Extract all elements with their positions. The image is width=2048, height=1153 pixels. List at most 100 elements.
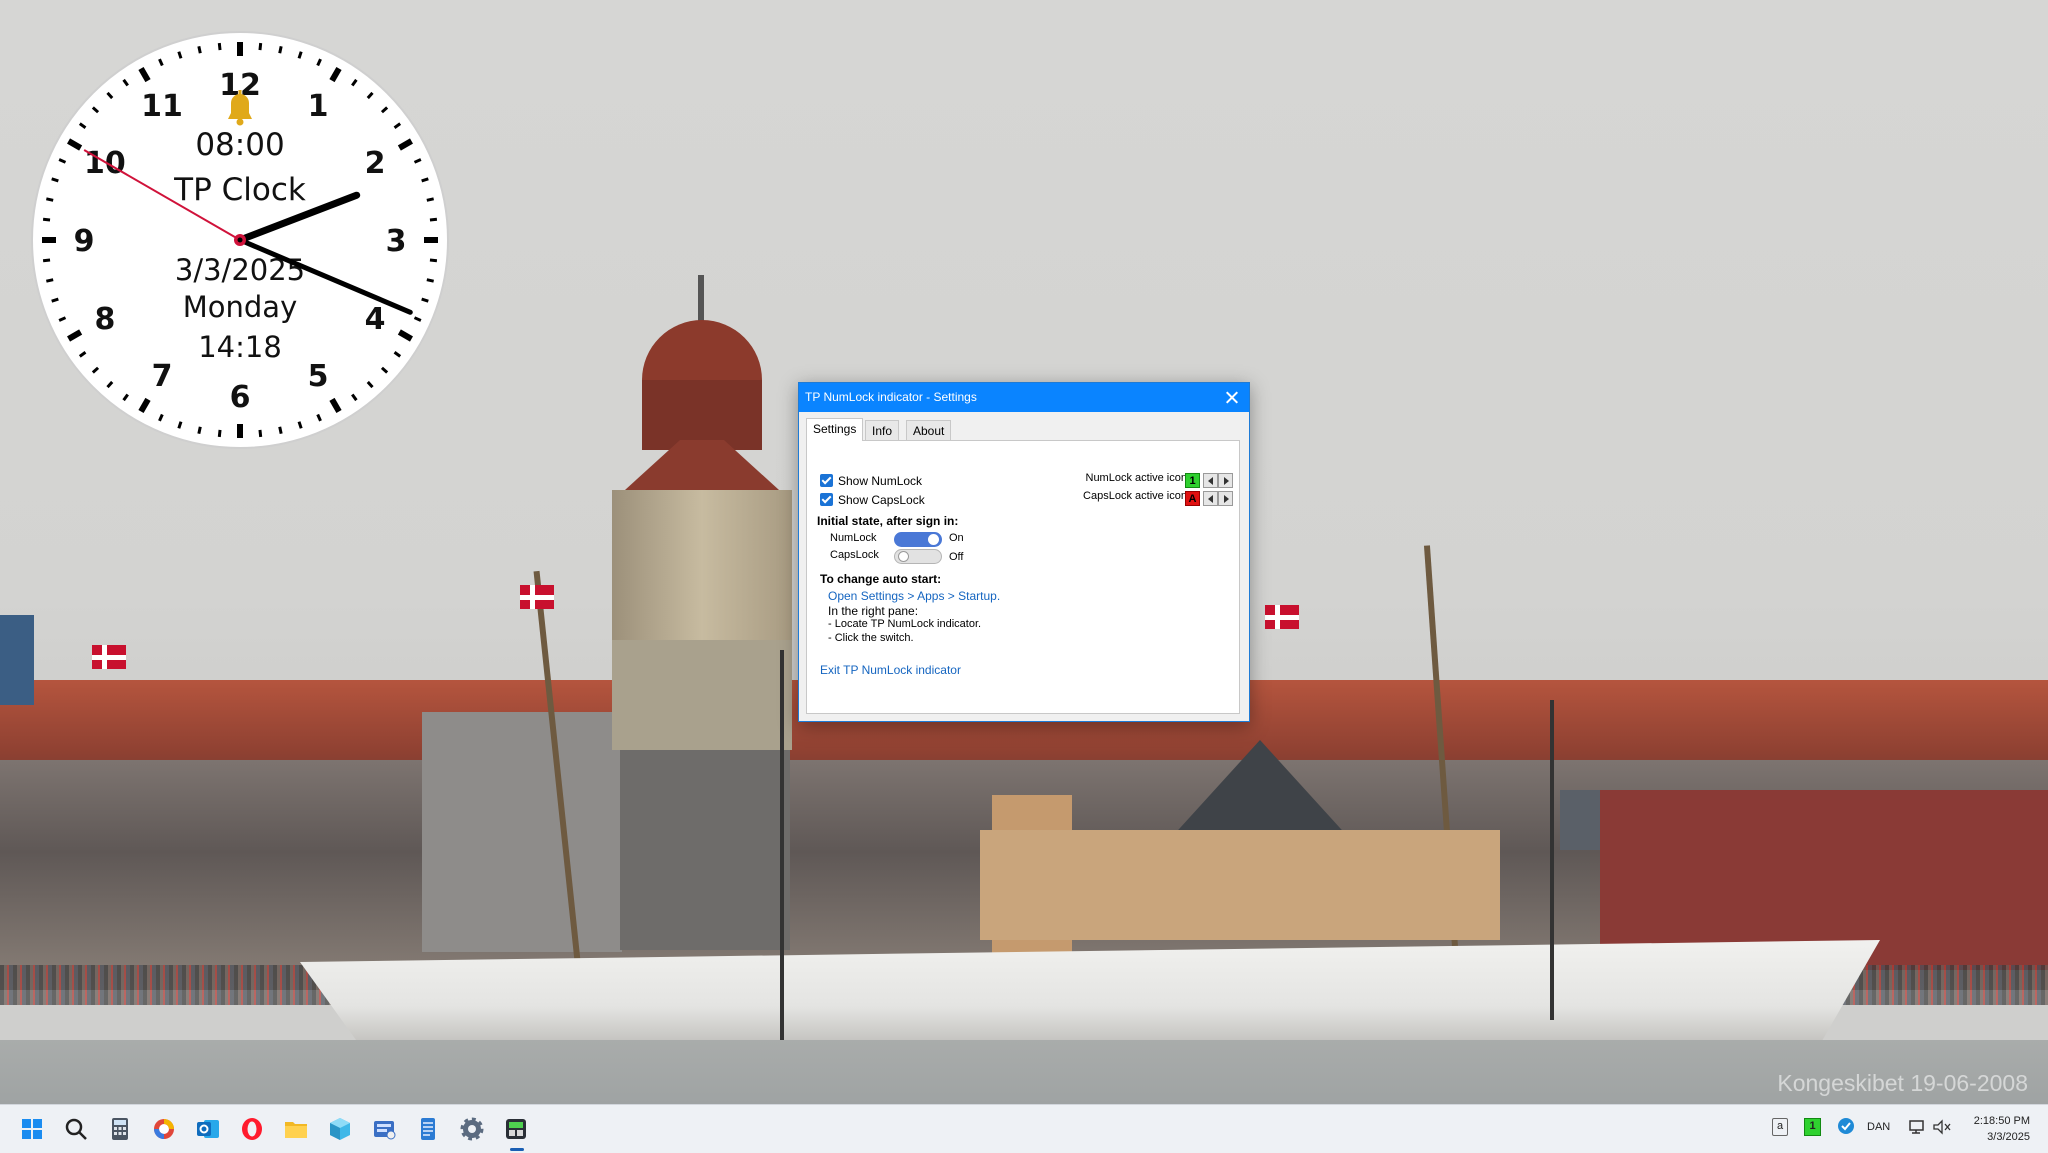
network-icon[interactable] [1907, 1117, 1927, 1140]
wallpaper-ship-superstructure [980, 830, 1500, 940]
settings-panel: Show NumLock Show CapsLock NumLock activ… [806, 440, 1240, 714]
wallpaper-tower-body [612, 490, 792, 640]
alarm-time: 08:00 [195, 127, 284, 163]
danish-flag [520, 585, 554, 609]
wallpaper-gray-building-2 [620, 740, 790, 950]
clock-tick [278, 426, 283, 434]
numlock-icon-label: NumLock active icon [1085, 472, 1188, 484]
security-shield-icon[interactable] [1836, 1116, 1856, 1139]
clock-tick [217, 42, 222, 51]
clock-tick [51, 177, 59, 183]
numlock-toggle[interactable] [894, 532, 942, 547]
close-icon[interactable] [1215, 383, 1249, 412]
open-settings-path: Open Settings > Apps > Startup. [828, 589, 1000, 603]
tray-clock[interactable]: 2:18:50 PM 3/3/2025 [1974, 1113, 2030, 1145]
dialog-titlebar[interactable]: TP NumLock indicator - Settings [799, 383, 1249, 412]
tp-clock-widget[interactable]: 12 1 2 3 4 5 6 7 8 9 10 11 08:00 TP Clock 3/3/2025 … [30, 30, 450, 450]
clock-tick [197, 46, 202, 54]
path-separator: > [947, 589, 955, 603]
numlock-icon-prev-button[interactable] [1203, 473, 1218, 488]
capslock-toggle-label: CapsLock [830, 549, 879, 561]
numlock-toggle-state: On [949, 532, 964, 544]
autostart-heading: To change auto start: [820, 572, 942, 586]
clock-tick [429, 258, 438, 263]
show-capslock-checkbox[interactable] [820, 493, 833, 506]
instruction-step-1: - Locate TP NumLock indicator. [828, 618, 982, 630]
clock-numeral: 10 [84, 146, 126, 181]
search-icon[interactable] [60, 1113, 92, 1145]
wallpaper-tower-lower [612, 640, 792, 750]
clock-tick [46, 197, 54, 202]
settings-gear-icon[interactable] [456, 1113, 488, 1145]
tp-app-icon[interactable] [500, 1113, 532, 1151]
file-explorer-icon[interactable] [280, 1113, 312, 1145]
taskbar: a 1 DAN 2:18:50 PM 3/3/2025 [0, 1104, 2048, 1153]
right-pane-text: In the right pane: [828, 604, 919, 618]
volume-muted-icon[interactable] [1931, 1117, 1953, 1140]
editor-app-icon[interactable] [368, 1113, 400, 1145]
clock-tick [258, 42, 263, 51]
tab-info[interactable]: Info [865, 420, 900, 440]
wallpaper-gray-building [422, 712, 622, 952]
cube-app-icon[interactable] [324, 1113, 356, 1145]
initial-state-heading: Initial state, after sign in: [817, 514, 959, 528]
dialog-title: TP NumLock indicator - Settings [805, 390, 977, 404]
numlock-icon-next-button[interactable] [1218, 473, 1233, 488]
wallpaper-tower-spire [698, 275, 704, 325]
opera-icon[interactable] [236, 1113, 268, 1145]
tray-time-text: 2:18:50 PM [1973, 1115, 2030, 1127]
clock-face: 121234567891011 08:00 TP Clock 3/3/2025 … [31, 31, 449, 449]
capslock-icon-prev-button[interactable] [1203, 491, 1218, 506]
instruction-step-2: - Click the switch. [828, 632, 914, 644]
show-numlock-label[interactable]: Show NumLock [838, 474, 922, 488]
numlock-toggle-label: NumLock [830, 532, 877, 544]
wallpaper-water [0, 1040, 2048, 1104]
clock-weekday: Monday [183, 290, 298, 324]
clock-numeral: 7 [152, 359, 173, 394]
wallpaper-tower-lantern [642, 380, 762, 450]
browser-icon[interactable] [148, 1113, 180, 1145]
windows-start-icon[interactable] [16, 1113, 48, 1145]
clock-digital-time: 14:18 [198, 330, 282, 364]
clock-numeral: 6 [230, 380, 251, 415]
show-numlock-checkbox[interactable] [820, 474, 833, 487]
danish-flag [92, 645, 126, 669]
wallpaper-sign [0, 615, 34, 705]
settings-dialog: TP NumLock indicator - Settings Settings… [798, 382, 1250, 722]
clock-numeral: 9 [74, 224, 95, 259]
clock-tick [42, 217, 51, 222]
exit-link[interactable]: Exit TP NumLock indicator [820, 663, 961, 677]
capslock-toggle[interactable] [894, 549, 942, 564]
tray-date-text: 3/3/2025 [1987, 1131, 2030, 1143]
capslock-active-icon: A [1185, 491, 1200, 506]
clock-numeral: 2 [365, 146, 386, 181]
startup-link[interactable]: Startup. [958, 589, 1000, 603]
clock-tick [46, 278, 54, 283]
clock-numeral: 1 [308, 89, 329, 124]
outlook-icon[interactable] [192, 1113, 224, 1145]
calculator-icon[interactable] [104, 1113, 136, 1145]
clock-title: TP Clock [173, 172, 306, 208]
wallpaper-mast [1550, 700, 1554, 1020]
tab-settings[interactable]: Settings [806, 418, 864, 441]
apps-link[interactable]: Apps [917, 589, 944, 603]
numlock-tray-icon[interactable]: 1 [1804, 1118, 1821, 1136]
clock-numeral: 5 [308, 359, 329, 394]
clock-tick [258, 429, 263, 438]
wallpaper-mast [780, 650, 784, 1040]
clock-tick [217, 429, 222, 438]
clock-tick [426, 197, 434, 202]
input-language[interactable]: DAN [1867, 1121, 1890, 1133]
tab-about[interactable]: About [906, 420, 952, 440]
clock-tick [197, 426, 202, 434]
clock-tick [297, 421, 303, 429]
clock-tick [42, 258, 51, 263]
clock-numeral: 3 [386, 224, 407, 259]
clock-tick [278, 46, 283, 54]
show-capslock-label[interactable]: Show CapsLock [838, 493, 925, 507]
notepad-icon[interactable] [412, 1113, 444, 1145]
clock-numeral: 11 [141, 89, 183, 124]
keyboard-indicator-icon[interactable]: a [1772, 1118, 1788, 1136]
capslock-icon-next-button[interactable] [1218, 491, 1233, 506]
open-settings-link[interactable]: Open Settings [828, 589, 904, 603]
